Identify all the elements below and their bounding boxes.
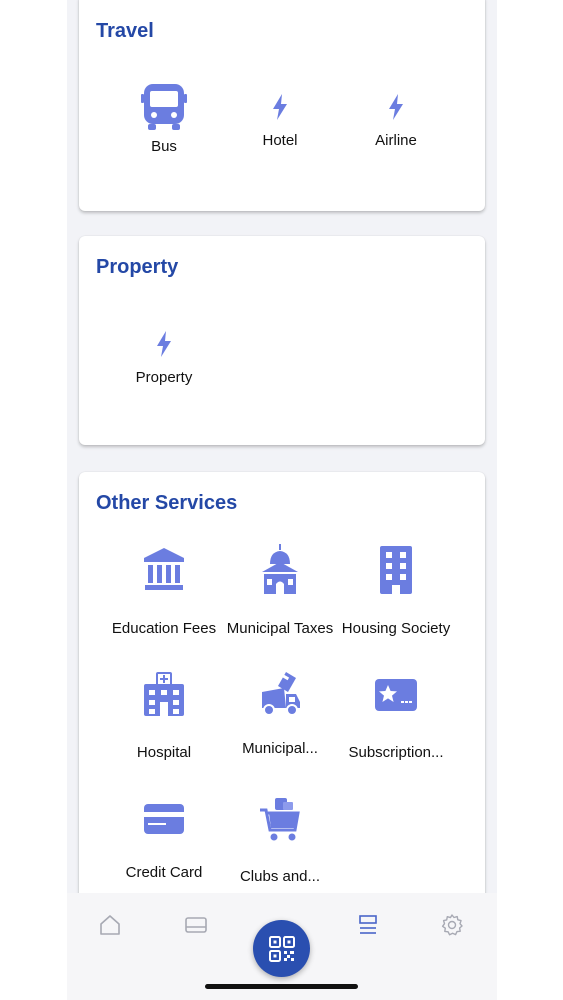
service-item-clubs[interactable]: Clubs and... [222,796,338,885]
property-title: Property [96,256,179,278]
bolt-icon [273,94,287,120]
service-item-municipal-taxes[interactable]: Municipal Taxes [222,544,338,637]
shopping-cart-icon [260,798,300,841]
home-indicator [205,984,358,989]
item-label: Hotel [262,132,298,149]
item-label: Subscription... [348,744,444,761]
home-icon[interactable] [98,913,122,937]
item-label: Credit Card [125,864,203,881]
municipal-building-icon [262,544,298,594]
travel-item-bus[interactable]: Bus [106,82,222,155]
qr-scan-icon [268,935,295,962]
service-item-credit-card[interactable]: Credit Card [106,802,222,881]
property-card: Property Property [79,236,485,445]
other-services-card: Other Services Education Fees Municipal … [79,472,485,912]
service-item-education-fees[interactable]: Education Fees [106,546,222,637]
item-label: Municipal... [242,740,318,757]
card-icon[interactable] [184,913,208,937]
service-item-subscription[interactable]: Subscription... [338,677,454,761]
credit-card-icon [144,804,184,834]
item-label: Hospital [136,744,192,761]
service-item-housing-society[interactable]: Housing Society [338,544,454,637]
item-label: Clubs and... [239,868,321,885]
bus-icon [141,84,187,130]
list-icon[interactable] [356,913,380,937]
other-services-title: Other Services [96,492,238,514]
settings-icon[interactable] [440,913,464,937]
travel-item-hotel[interactable]: Hotel [222,94,338,149]
item-label: Education Fees [111,620,217,637]
apartment-building-icon [380,546,412,594]
item-label: Municipal Taxes [226,620,334,637]
item-label: Bus [151,138,177,155]
property-item-property[interactable]: Property [106,331,222,386]
item-label: Housing Society [341,620,451,637]
qr-scan-button[interactable] [253,920,310,977]
hospital-icon [144,672,184,716]
travel-item-airline[interactable]: Airline [338,94,454,149]
item-label: Airline [375,132,417,149]
item-label: Property [135,369,193,386]
star-card-icon [375,679,417,711]
bottom-navigation [67,893,497,1000]
travel-card: Travel Bus Hotel Airline [79,0,485,211]
service-item-municipal[interactable]: Municipal... [222,670,338,757]
bank-icon [144,548,184,590]
bolt-icon [389,94,403,120]
service-item-hospital[interactable]: Hospital [106,672,222,761]
bolt-icon [157,331,171,357]
garbage-truck-icon [262,672,300,716]
app-screen: Travel Bus Hotel Airline Property Proper… [67,0,497,1000]
travel-title: Travel [96,20,154,42]
